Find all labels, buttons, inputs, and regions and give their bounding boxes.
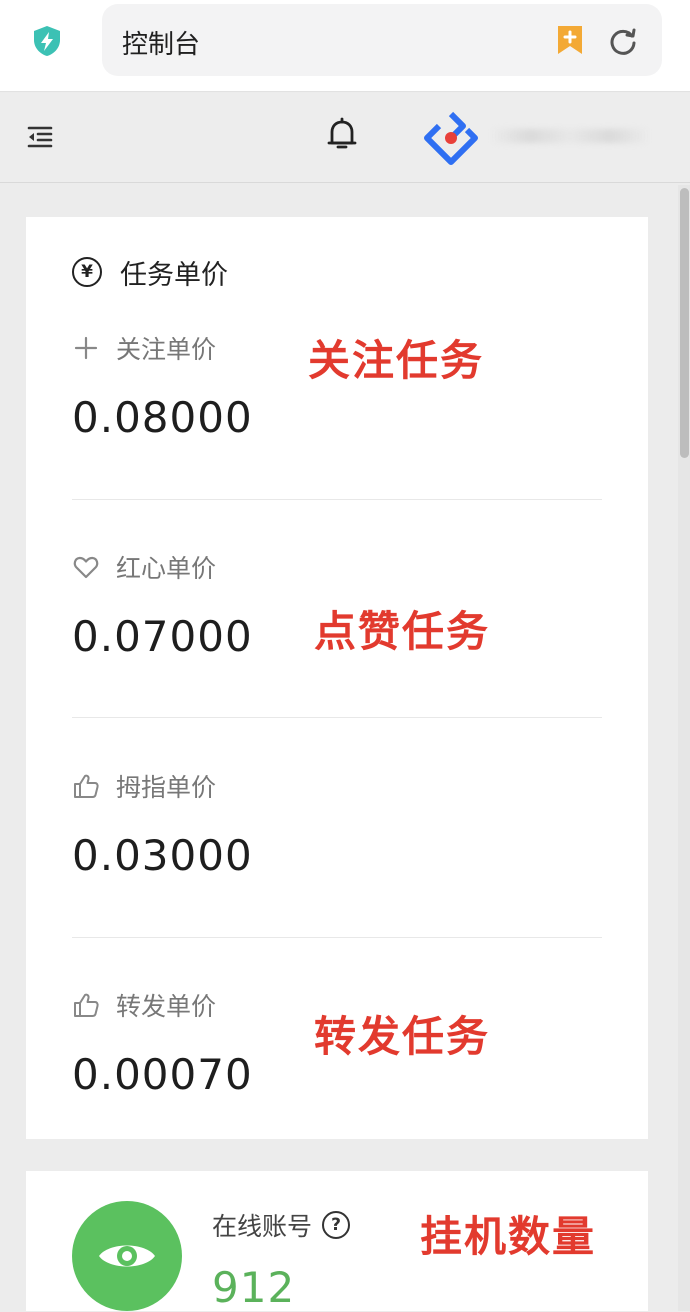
online-label-text: 在线账号 xyxy=(212,1212,313,1241)
address-text: 控制台 xyxy=(122,30,201,60)
price-label: 转发单价 xyxy=(116,992,217,1021)
annotation-like: 点赞任务 xyxy=(314,607,491,656)
address-bar[interactable]: 控制台 xyxy=(102,4,662,76)
shield-bolt-icon[interactable] xyxy=(30,24,64,58)
thumbs-up-icon xyxy=(74,774,99,798)
price-value: 0.03000 xyxy=(72,831,253,880)
divider xyxy=(72,717,602,718)
menu-collapse-icon[interactable] xyxy=(26,123,54,151)
eye-badge xyxy=(72,1201,182,1311)
user-name-blurred xyxy=(490,129,650,143)
app-logo-icon xyxy=(424,111,478,165)
price-value: 0.08000 xyxy=(72,393,253,442)
card-title-text: 任务单价 xyxy=(120,259,228,291)
eye-icon xyxy=(99,1245,155,1267)
yen-icon: ¥ xyxy=(72,257,102,287)
bell-icon[interactable] xyxy=(326,117,358,153)
price-label: 拇指单价 xyxy=(116,773,217,802)
price-item-thumb: 拇指单价 0.03000 xyxy=(72,769,602,880)
card-title: ¥ 任务单价 xyxy=(72,255,228,291)
online-accounts-card: 在线账号 ? 912 挂机数量 xyxy=(26,1171,648,1312)
heart-icon xyxy=(73,556,99,579)
bookmark-add-icon[interactable] xyxy=(556,24,584,56)
reload-icon[interactable] xyxy=(608,26,638,56)
price-label: 红心单价 xyxy=(116,554,217,583)
annotation-forward: 转发任务 xyxy=(314,1012,491,1061)
divider xyxy=(72,499,602,500)
thumbs-up-icon xyxy=(74,993,99,1017)
divider xyxy=(72,937,602,938)
scrollbar-thumb[interactable] xyxy=(680,188,689,458)
question-icon[interactable]: ? xyxy=(322,1211,351,1239)
annotation-follow: 关注任务 xyxy=(308,336,485,385)
plus-icon xyxy=(74,336,98,360)
task-price-card: ¥ 任务单价 关注单价 0.08000 关注任务 红心单价 0.07000 点赞… xyxy=(26,217,648,1139)
online-count: 912 xyxy=(212,1263,296,1312)
app-header xyxy=(0,93,690,183)
online-label: 在线账号 ? xyxy=(212,1207,351,1243)
annotation-online: 挂机数量 xyxy=(420,1212,597,1261)
price-label: 关注单价 xyxy=(116,335,217,364)
browser-toolbar: 控制台 xyxy=(0,0,690,92)
